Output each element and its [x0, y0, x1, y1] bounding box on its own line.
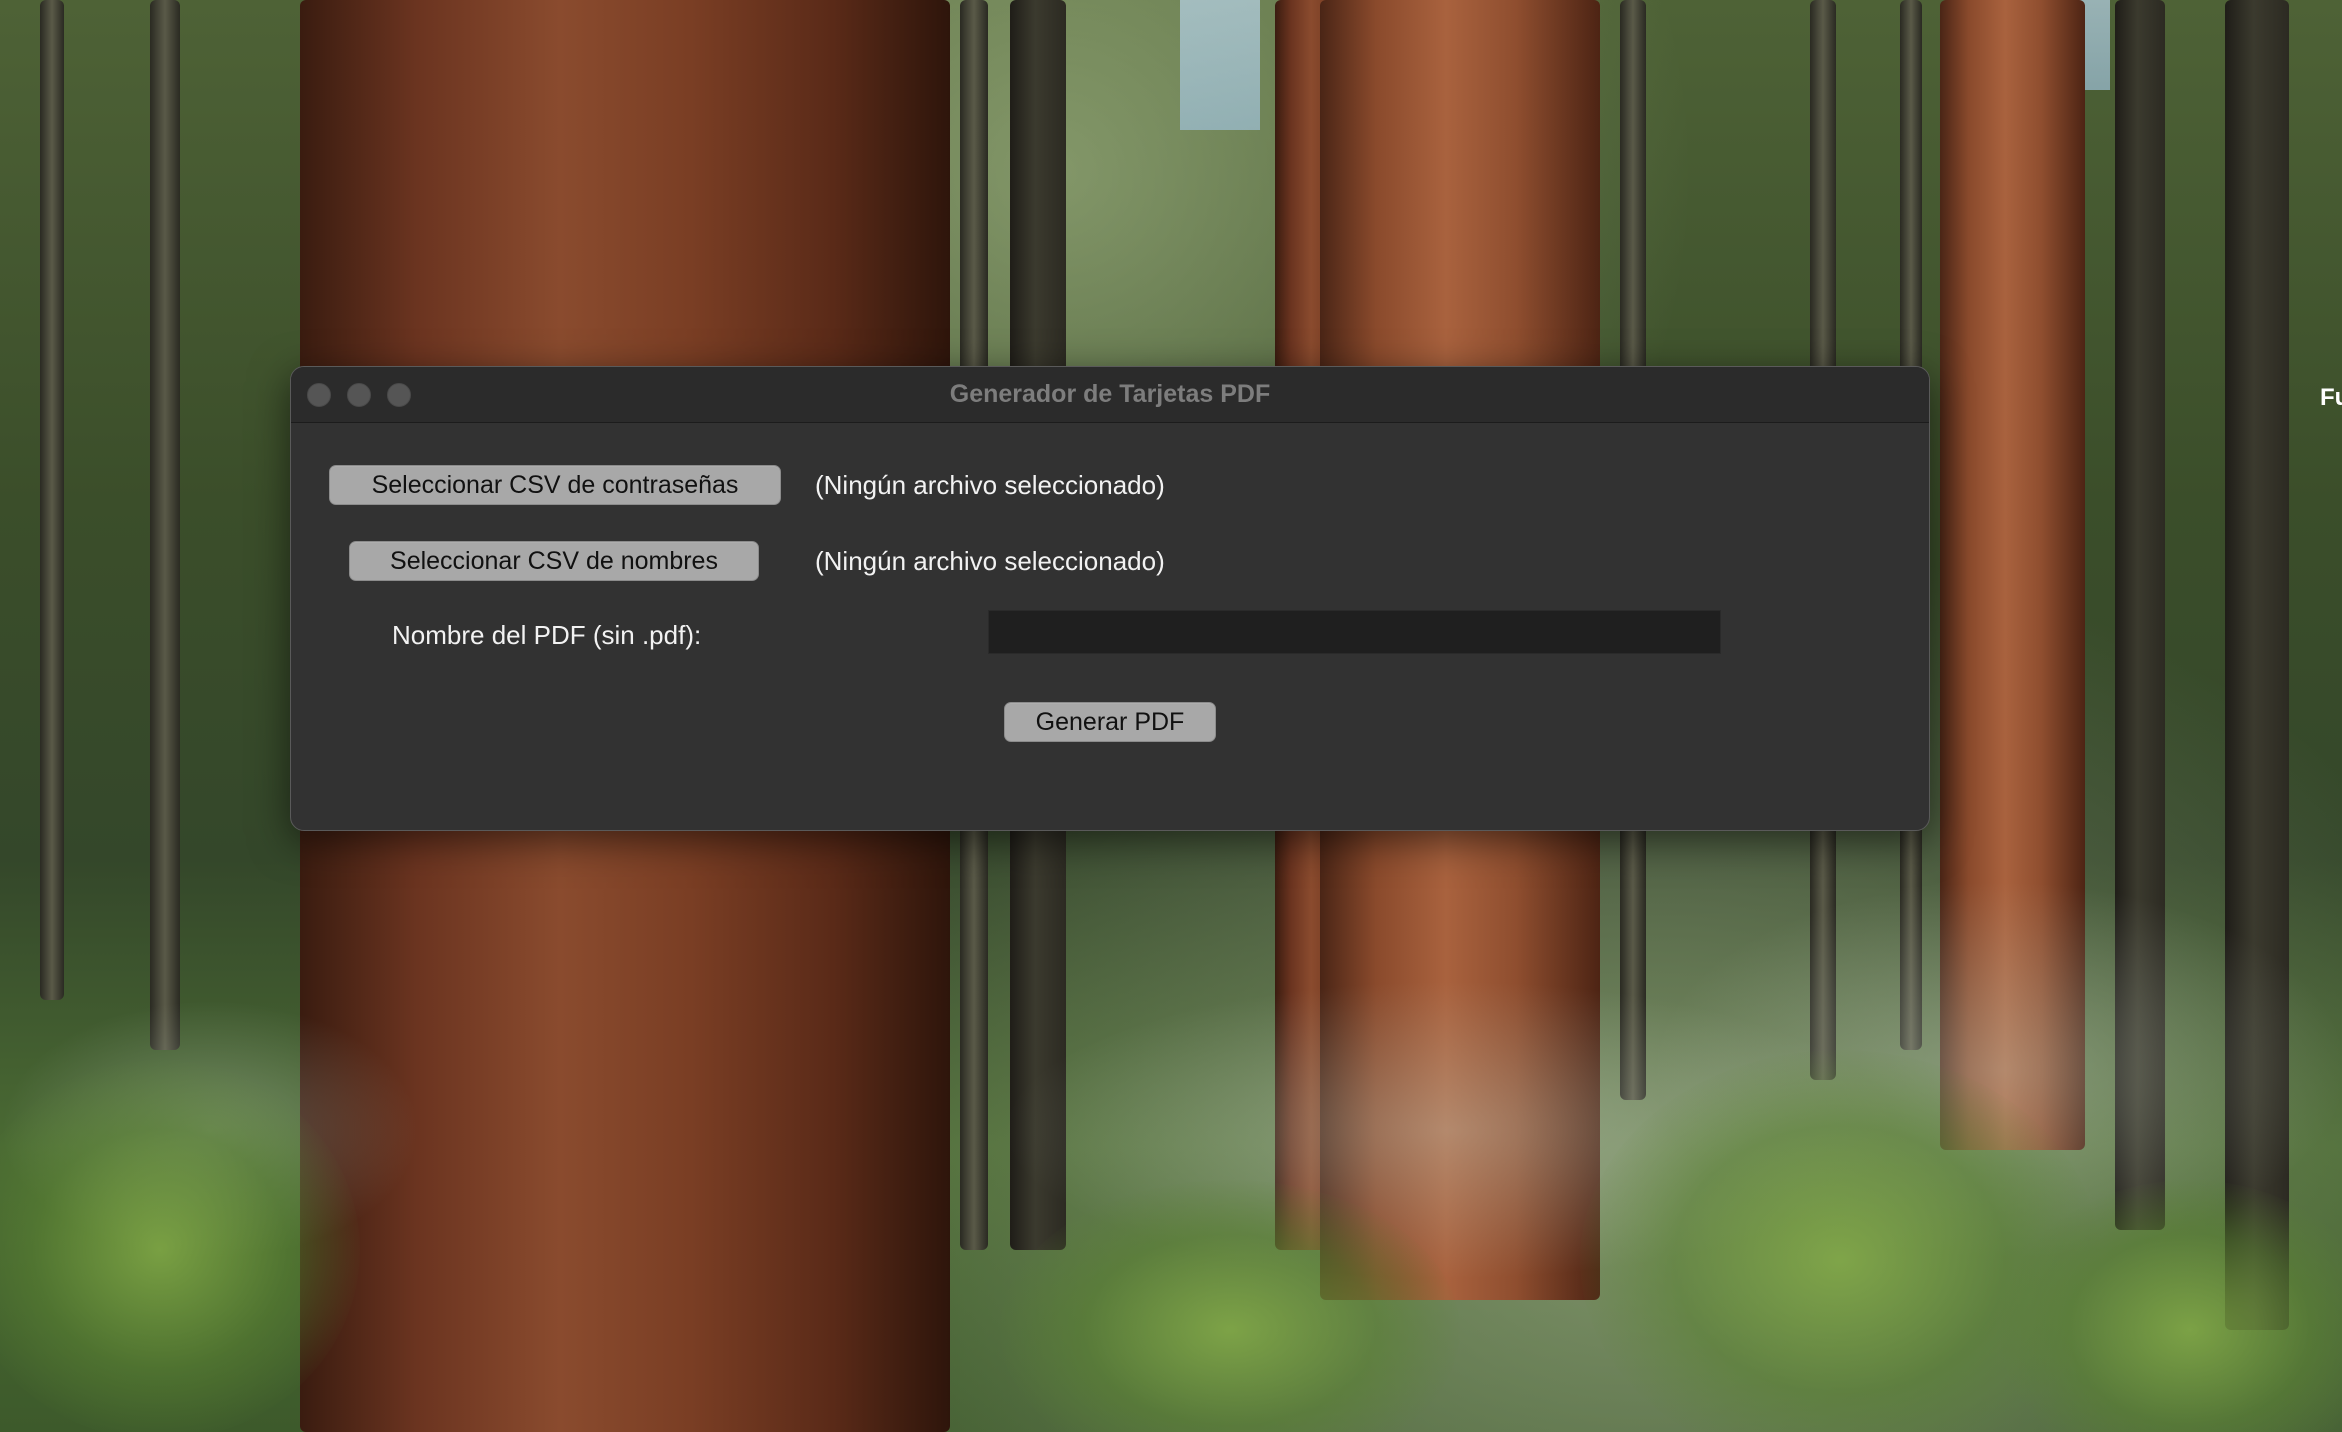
names-file-status: (Ningún archivo seleccionado)	[815, 546, 1165, 576]
pdf-name-label: Nombre del PDF (sin .pdf):	[392, 620, 702, 650]
select-names-csv-button[interactable]: Seleccionar CSV de nombres	[349, 541, 759, 581]
passwords-file-status: (Ningún archivo seleccionado)	[815, 470, 1165, 500]
generate-pdf-button[interactable]: Generar PDF	[1004, 702, 1216, 742]
sky-patch	[1180, 0, 1260, 130]
window-titlebar[interactable]: Generador de Tarjetas PDF	[291, 367, 1929, 423]
tree-trunk	[40, 0, 64, 1000]
window-title: Generador de Tarjetas PDF	[949, 380, 1271, 408]
app-window: Generador de Tarjetas PDF Seleccionar CS…	[290, 366, 1930, 831]
select-passwords-csv-button[interactable]: Seleccionar CSV de contraseñas	[329, 465, 781, 505]
pdf-name-input[interactable]	[988, 610, 1721, 654]
desktop-edge-text: Fu	[2320, 384, 2342, 411]
tree-trunk	[150, 0, 180, 1050]
